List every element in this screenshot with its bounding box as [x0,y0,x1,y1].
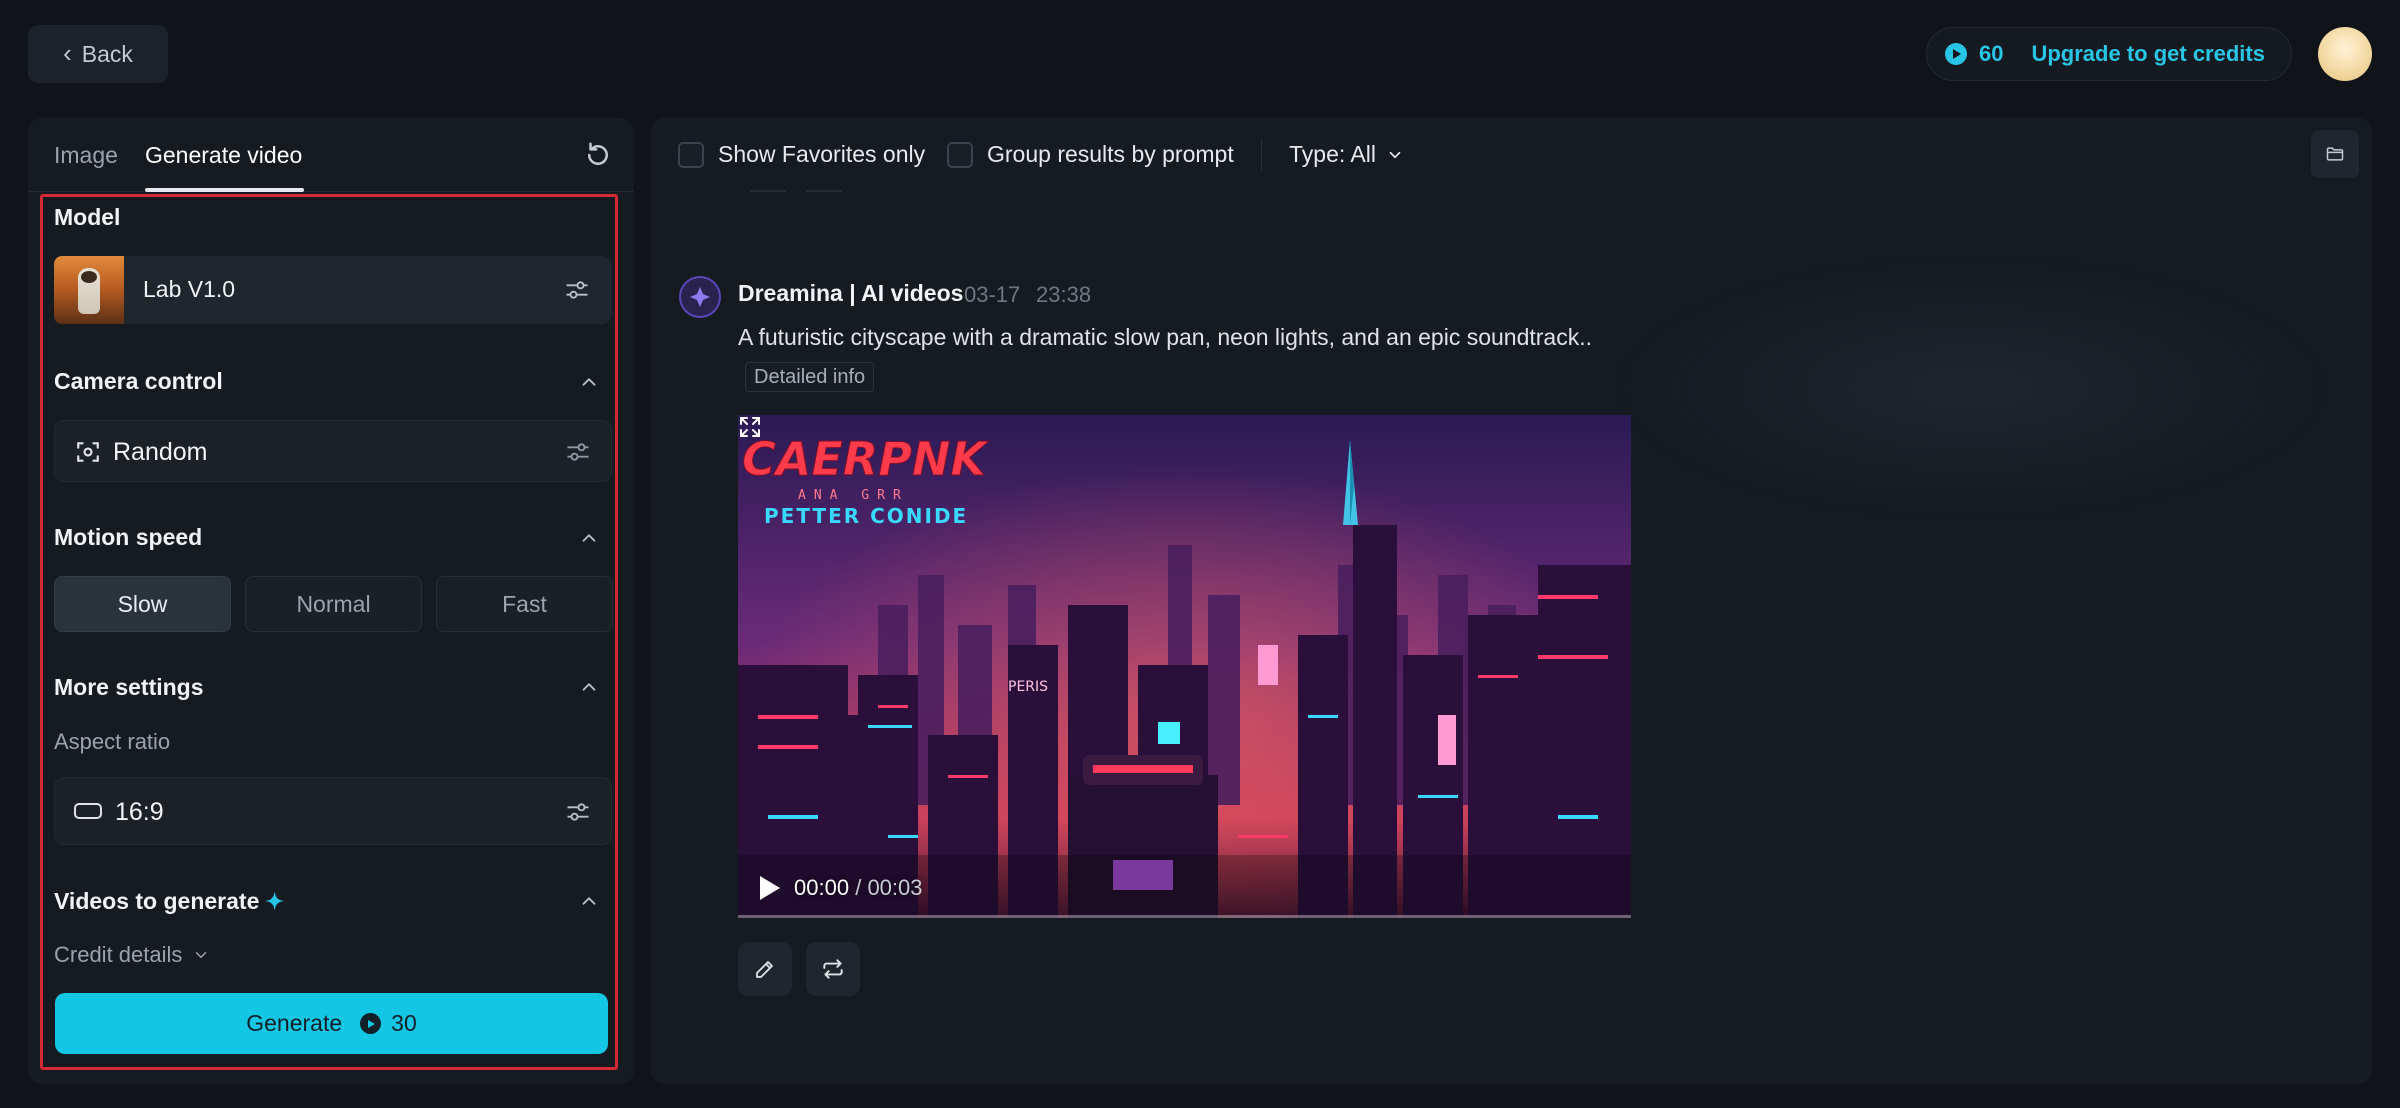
credits-pill[interactable]: 60 Upgrade to get credits [1926,27,2292,81]
time-separator: / [855,875,862,900]
chevron-up-icon[interactable] [578,676,600,698]
folder-button[interactable] [2311,130,2359,178]
chevron-down-icon [196,952,207,958]
sliders-icon[interactable] [564,798,592,826]
videos-to-generate-title: Videos to generate ✦ [54,888,284,915]
tab-image[interactable]: Image [54,142,118,169]
video-thumbnail: PERIS CAERPNK ANA GRR PETTER CONIDE [738,415,1631,918]
author-avatar[interactable] [679,276,721,318]
speed-fast-button[interactable]: Fast [436,576,613,632]
video-title-line3: PETTER CONIDE [764,504,968,528]
generate-button[interactable]: Generate 30 [55,993,608,1054]
video-time: 00:00 / 00:03 [794,875,923,901]
model-selector[interactable]: Lab V1.0 [54,256,612,324]
generate-label: Generate [246,1010,343,1036]
pencil-icon [756,961,773,978]
prompt-text: A futuristic cityscape with a dramatic s… [738,324,1592,350]
scroll-hint-marks [750,190,842,192]
reset-icon[interactable] [583,140,613,170]
divider [1261,140,1262,170]
mode-tabs: Image Generate video [28,118,634,192]
motion-speed-title: Motion speed [54,524,203,550]
post-time: 23:38 [1036,282,1092,307]
upgrade-link[interactable]: Upgrade to get credits [2031,41,2264,67]
regenerate-button[interactable] [806,942,860,996]
camera-focus-icon [77,442,99,462]
aspect-ratio-select[interactable]: 16:9 [54,777,612,845]
current-time: 00:00 [794,875,850,900]
post-date: 03-17 [964,282,1021,307]
author-name[interactable]: Dreamina | AI videos [738,280,963,307]
video-duration: 00:03 [867,875,923,900]
credit-play-icon [360,1013,382,1034]
sliders-icon[interactable] [564,438,592,466]
group-checkbox[interactable] [947,142,973,168]
back-button[interactable]: ‹ Back [28,25,168,83]
group-label[interactable]: Group results by prompt [987,141,1234,168]
back-label: Back [81,40,133,67]
avatar[interactable] [2318,27,2372,81]
edit-button[interactable] [738,942,792,996]
results-panel: Show Favorites only Group results by pro… [651,118,2372,1084]
aspect-rect-icon [74,803,102,819]
chevron-up-icon[interactable] [578,890,600,912]
chevron-down-icon [1389,151,1401,158]
folder-icon [2326,147,2344,161]
credit-details-label: Credit details [54,942,183,967]
sparkle-icon: ✦ [265,889,284,914]
video-progress-bar[interactable] [738,915,1631,918]
camera-control-value: Random [113,438,208,466]
favorites-checkbox[interactable] [678,142,704,168]
camera-control-select[interactable]: Random [54,420,612,482]
background-blur [1611,258,2331,518]
repeat-icon [823,959,843,979]
type-filter-label: Type: All [1289,141,1376,167]
video-player[interactable]: PERIS CAERPNK ANA GRR PETTER CONIDE 00:0… [738,415,1631,918]
model-thumbnail [54,256,124,324]
speed-slow-button[interactable]: Slow [54,576,231,632]
play-icon[interactable] [760,876,780,900]
camera-section-title: Camera control [54,368,223,394]
sliders-icon[interactable] [563,276,591,304]
model-section-title: Model [54,204,121,230]
dreamina-logo-icon [690,287,710,307]
credit-details-toggle[interactable]: Credit details [54,942,210,968]
tab-generate-video[interactable]: Generate video [145,142,302,169]
aspect-ratio-label: Aspect ratio [54,729,171,754]
credit-play-icon [1945,43,1967,65]
credits-count: 60 [1979,41,2004,66]
detailed-info-chip[interactable]: Detailed info [745,362,875,392]
generate-cost: 30 [391,1010,417,1036]
fullscreen-icon[interactable] [738,415,762,439]
more-settings-title: More settings [54,674,204,700]
aspect-ratio-value: 16:9 [115,798,164,826]
chevron-up-icon[interactable] [578,527,600,549]
filter-bar: Show Favorites only Group results by pro… [651,118,2372,192]
chevron-up-icon[interactable] [578,371,600,393]
chevron-left-icon: ‹ [63,38,72,68]
sign-text: PERIS [1008,679,1048,695]
model-name: Lab V1.0 [143,276,236,302]
video-title-line1: CAERPNK [742,432,989,486]
active-tab-indicator [145,188,304,192]
video-title-line2: ANA GRR [798,488,909,503]
type-filter-dropdown[interactable]: Type: All [1289,141,1404,168]
speed-normal-button[interactable]: Normal [245,576,422,632]
favorites-label[interactable]: Show Favorites only [718,141,925,168]
video-controls: 00:00 / 00:03 [738,858,1631,918]
videos-title-text: Videos to generate [54,888,260,914]
